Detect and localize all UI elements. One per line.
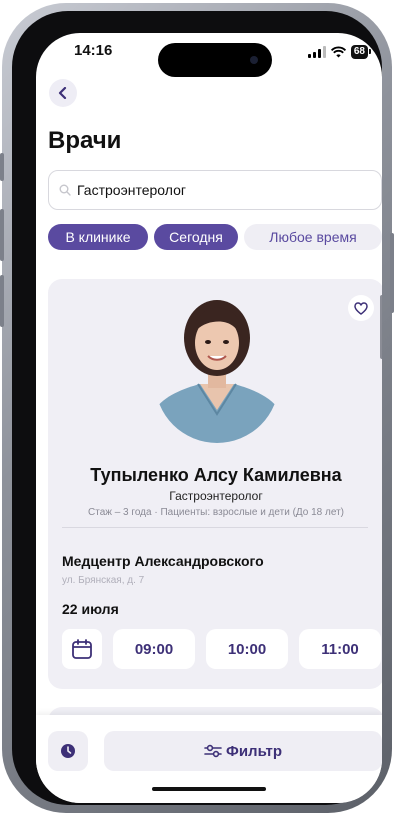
favorite-button[interactable] bbox=[348, 295, 374, 321]
power-button bbox=[390, 233, 394, 313]
chip-today[interactable]: Сегодня bbox=[154, 224, 238, 250]
status-bar: 14:16 68 bbox=[36, 33, 382, 77]
wifi-icon bbox=[330, 46, 346, 58]
action-button bbox=[0, 153, 4, 181]
search-icon bbox=[59, 184, 71, 196]
calendar-button[interactable] bbox=[62, 629, 102, 669]
chip-any-time[interactable]: Любое время bbox=[244, 224, 382, 250]
phone-bezel: 14:16 68 Врачи Гастроэнтеролог В клинике… bbox=[12, 11, 382, 805]
calendar-icon bbox=[72, 639, 92, 659]
battery-indicator: 68 bbox=[350, 45, 372, 59]
doctor-name: Тупыленко Алсу Камилевна bbox=[90, 465, 342, 485]
chip-in-clinic[interactable]: В клинике bbox=[48, 224, 148, 250]
clinic-address: ул. Брянская, д. 7 bbox=[62, 575, 145, 586]
heart-icon bbox=[354, 301, 368, 315]
filter-label: Фильтр bbox=[226, 742, 282, 760]
slot-date: 22 июля bbox=[62, 601, 119, 617]
dynamic-island bbox=[158, 43, 272, 77]
time-slots: 09:00 10:00 11:00 bbox=[62, 629, 381, 669]
history-button[interactable] bbox=[48, 731, 88, 771]
filter-icon bbox=[204, 744, 222, 758]
status-time: 14:16 bbox=[74, 42, 113, 59]
clinic-name: Медцентр Александровского bbox=[62, 553, 264, 569]
screen: 14:16 68 Врачи Гастроэнтеролог В клинике… bbox=[36, 33, 382, 803]
back-button[interactable] bbox=[49, 79, 77, 107]
time-slot[interactable]: 09:00 bbox=[113, 629, 195, 669]
time-slot[interactable]: 10:00 bbox=[206, 629, 288, 669]
volume-down-button bbox=[0, 275, 4, 327]
search-field[interactable] bbox=[48, 170, 382, 210]
back-icon bbox=[58, 87, 67, 99]
search-input[interactable] bbox=[77, 182, 357, 198]
phone-frame: 14:16 68 Врачи Гастроэнтеролог В клинике… bbox=[0, 3, 394, 813]
page-title: Врачи bbox=[48, 127, 122, 154]
volume-up-button bbox=[0, 209, 4, 261]
doctor-avatar bbox=[155, 298, 279, 443]
doctor-photo bbox=[155, 298, 279, 443]
doctor-experience: Стаж – 3 года · Пациенты: взрослые и дет… bbox=[88, 507, 344, 518]
filter-button[interactable]: Фильтр bbox=[104, 731, 382, 771]
clock-icon bbox=[61, 744, 75, 758]
camera-dot bbox=[250, 56, 258, 64]
doctor-card[interactable]: Тупыленко Алсу Камилевна Гастроэнтеролог… bbox=[48, 279, 382, 689]
divider bbox=[62, 527, 368, 528]
time-slot[interactable]: 11:00 bbox=[299, 629, 381, 669]
status-indicators: 68 bbox=[307, 45, 372, 59]
scrollbar[interactable] bbox=[380, 295, 382, 359]
home-indicator[interactable] bbox=[152, 787, 266, 791]
cellular-signal-icon bbox=[307, 46, 326, 58]
filter-chips: В клинике Сегодня Любое время bbox=[48, 224, 382, 250]
doctor-specialty: Гастроэнтеролог bbox=[169, 489, 263, 503]
